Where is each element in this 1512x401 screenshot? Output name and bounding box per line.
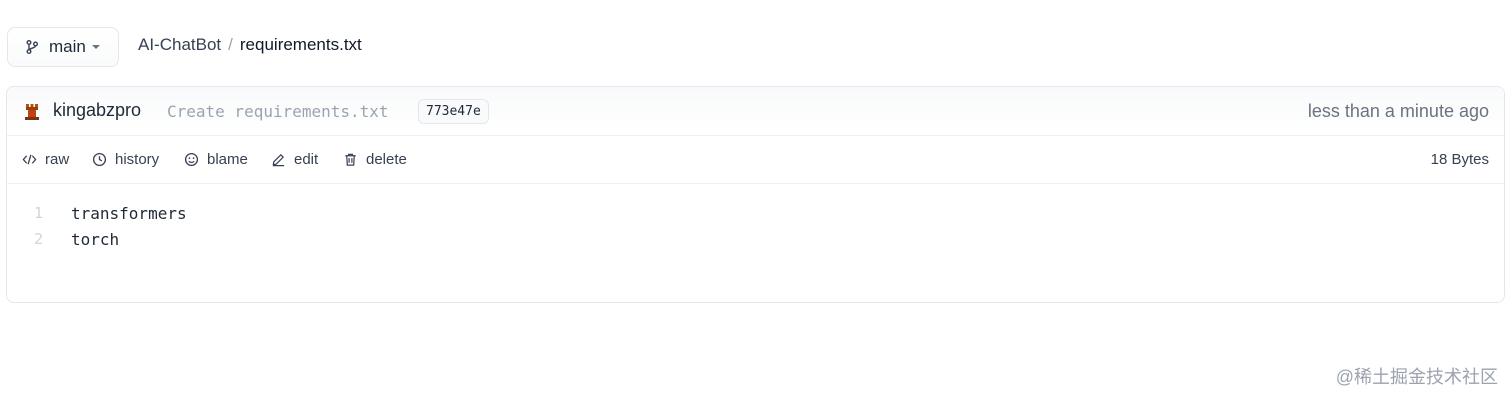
- clock-icon: [92, 152, 107, 167]
- watermark: @稀土掘金技术社区: [1335, 367, 1498, 387]
- blame-label: blame: [207, 151, 248, 168]
- line-number[interactable]: 1: [7, 204, 43, 222]
- raw-label: raw: [45, 151, 70, 168]
- commit-message[interactable]: Create requirements.txt: [167, 102, 389, 121]
- file-size: 18 Bytes: [1430, 151, 1489, 168]
- commit-sha-badge[interactable]: 773e47e: [418, 99, 489, 124]
- line-content: transformers: [71, 203, 187, 223]
- commit-author[interactable]: kingabzpro: [53, 100, 141, 121]
- history-button[interactable]: history: [92, 151, 159, 168]
- git-branch-icon: [26, 40, 38, 54]
- blame-button[interactable]: blame: [184, 151, 248, 168]
- file-viewer: kingabzpro Create requirements.txt 773e4…: [6, 86, 1505, 303]
- code-line: 2 torch: [7, 226, 1504, 252]
- code-line: 1 transformers: [7, 200, 1504, 226]
- delete-label: delete: [366, 151, 407, 168]
- history-label: history: [115, 151, 160, 168]
- pencil-icon: [272, 153, 285, 167]
- code-icon: [22, 154, 37, 165]
- raw-button[interactable]: raw: [22, 151, 69, 168]
- line-content: torch: [71, 229, 120, 249]
- chess-rook-avatar-icon[interactable]: [23, 102, 41, 122]
- trash-icon: [345, 153, 356, 166]
- line-number[interactable]: 2: [7, 230, 43, 248]
- branch-label: main: [49, 37, 86, 56]
- breadcrumb-file-name: requirements.txt: [239, 35, 362, 54]
- commit-time: less than a minute ago: [1307, 101, 1489, 121]
- breadcrumb-repo-link[interactable]: AI-ChatBot: [138, 35, 221, 55]
- smile-icon: [184, 152, 199, 167]
- chevron-down-icon: [91, 45, 100, 49]
- edit-button[interactable]: edit: [271, 151, 318, 168]
- edit-label: edit: [294, 151, 319, 168]
- code-view: 1 transformers 2 torch: [7, 184, 1504, 252]
- file-action-bar: raw history blame edit delete 18 Bytes: [7, 136, 1504, 184]
- commit-bar: kingabzpro Create requirements.txt 773e4…: [7, 87, 1504, 136]
- delete-button[interactable]: delete: [343, 151, 407, 168]
- branch-selector-button[interactable]: main: [7, 27, 119, 67]
- breadcrumb-separator: /: [228, 35, 233, 54]
- breadcrumb: AI-ChatBot / requirements.txt: [138, 35, 362, 55]
